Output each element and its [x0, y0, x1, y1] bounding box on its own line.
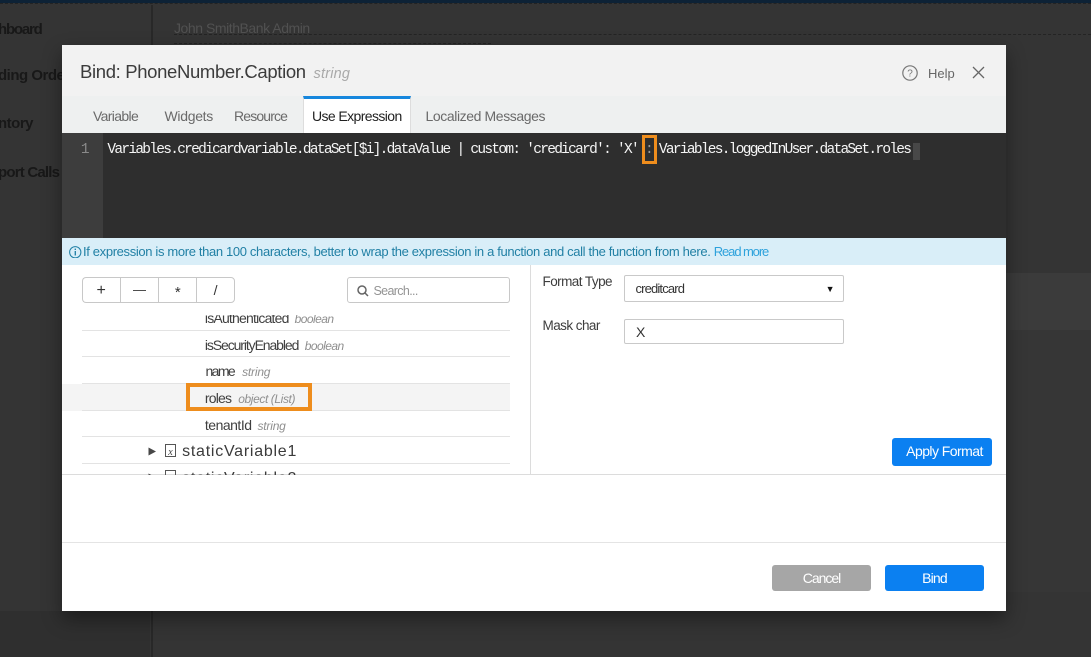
svg-text:?: ?	[907, 69, 913, 80]
